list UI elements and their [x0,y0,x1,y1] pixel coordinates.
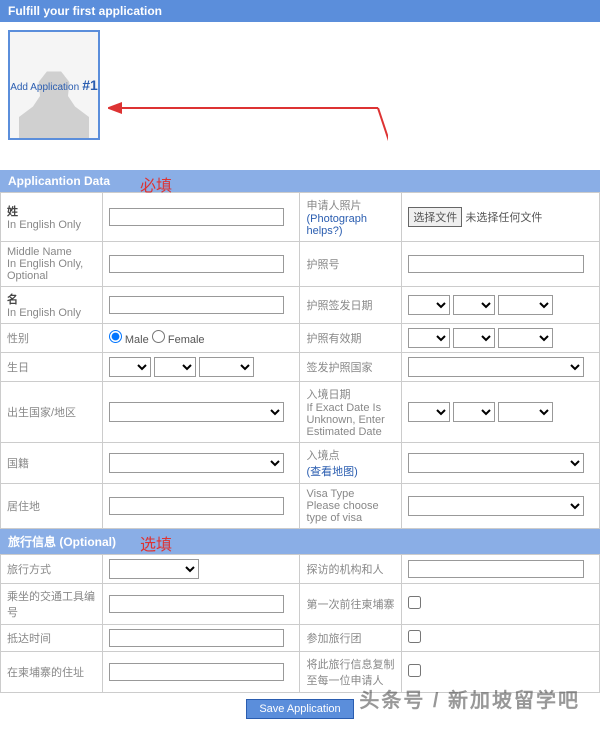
add-application-photo[interactable]: Add Application #1 [8,30,100,140]
label-nationality: 国籍 [1,443,103,484]
surname-input[interactable] [109,208,284,226]
photo-section: Add Application #1 [0,30,600,170]
gender-female-radio[interactable] [152,330,165,343]
entry-date-day[interactable] [408,402,450,422]
save-application-button[interactable]: Save Application [246,699,353,719]
dob-day[interactable] [109,357,151,377]
section-travel-info: 旅行信息 (Optional) 选填 [0,529,600,554]
label-given: 名In English Only [1,287,103,324]
travel-method-select[interactable] [109,559,199,579]
required-annotation: 必填 [140,172,172,196]
section-title: Applicantion Data [8,174,110,188]
middle-input[interactable] [109,255,284,273]
file-status-text: 未选择任何文件 [465,212,542,224]
passport-issue-month[interactable] [453,295,495,315]
passport-issue-year[interactable] [498,295,553,315]
application-data-table: 姓In English Only 申请人照片(Photograph helps?… [0,192,600,529]
photo-help-link[interactable]: (Photograph helps?) [306,213,367,237]
label-issue-country: 签发护照国家 [300,353,402,382]
passport-expiry-year[interactable] [498,328,553,348]
label-birth-place: 出生国家/地区 [1,382,103,443]
visa-type-select[interactable] [408,496,583,516]
dob-month[interactable] [154,357,196,377]
travel-info-table: 旅行方式 探访的机构和人 乘坐的交通工具编号 第一次前往柬埔寨 抵达时间 参加旅… [0,554,600,693]
label-surname: 姓In English Only [1,193,103,242]
label-middle: Middle NameIn English Only, Optional [1,242,103,287]
passport-issue-day[interactable] [408,295,450,315]
label-passport-issue: 护照签发日期 [300,287,402,324]
label-passport-no: 护照号 [300,242,402,287]
app-container: Fulfill your first application Add Appli… [0,0,600,725]
issue-country-select[interactable] [408,357,583,377]
label-entry-date: 入境日期If Exact Date Is Unknown, Enter Esti… [300,382,402,443]
label-travel-method: 旅行方式 [1,555,103,584]
header-title: Fulfill your first application [8,4,162,18]
label-arrival-time: 抵达时间 [1,625,103,652]
map-link[interactable]: (查看地图) [306,466,357,478]
add-label: Add Application [10,82,79,93]
label-visa-type: Visa TypePlease choose type of visa [300,484,402,529]
label-vehicle-no: 乘坐的交通工具编号 [1,584,103,625]
vehicle-no-input[interactable] [109,595,284,613]
add-number: #1 [82,77,98,93]
copy-info-checkbox[interactable] [408,664,421,677]
dob-year[interactable] [199,357,254,377]
first-visit-checkbox[interactable] [408,596,421,609]
label-dob: 生日 [1,353,103,382]
entry-point-select[interactable] [408,453,583,473]
visit-org-input[interactable] [408,560,583,578]
label-gender: 性别 [1,324,103,353]
watermark-text: 头条号 / 新加坡留学吧 [359,684,580,713]
section-title-travel: 旅行信息 (Optional) [8,535,116,549]
choose-file-button[interactable]: 选择文件 [408,207,462,227]
label-visit-org: 探访的机构和人 [300,555,402,584]
entry-date-year[interactable] [498,402,553,422]
gender-male-option[interactable]: Male [109,334,149,346]
residence-input[interactable] [109,497,284,515]
optional-annotation: 选填 [140,531,172,555]
section-application-data: Applicantion Data 必填 [0,170,600,192]
passport-expiry-day[interactable] [408,328,450,348]
label-tour-group: 参加旅行团 [300,625,402,652]
gender-female-option[interactable]: Female [152,334,205,346]
label-entry-point: 入境点(查看地图) [300,443,402,484]
given-input[interactable] [109,296,284,314]
label-address-kh: 在柬埔寨的住址 [1,652,103,693]
nationality-select[interactable] [109,453,284,473]
label-photo: 申请人照片(Photograph helps?) [300,193,402,242]
arrival-time-input[interactable] [109,629,284,647]
passport-no-input[interactable] [408,255,583,273]
tour-group-checkbox[interactable] [408,630,421,643]
entry-date-month[interactable] [453,402,495,422]
gender-male-radio[interactable] [109,330,122,343]
header-bar: Fulfill your first application [0,0,600,22]
address-kh-input[interactable] [109,663,284,681]
label-residence: 居住地 [1,484,103,529]
passport-expiry-month[interactable] [453,328,495,348]
birth-place-select[interactable] [109,402,284,422]
label-first-visit: 第一次前往柬埔寨 [300,584,402,625]
label-passport-expiry: 护照有效期 [300,324,402,353]
